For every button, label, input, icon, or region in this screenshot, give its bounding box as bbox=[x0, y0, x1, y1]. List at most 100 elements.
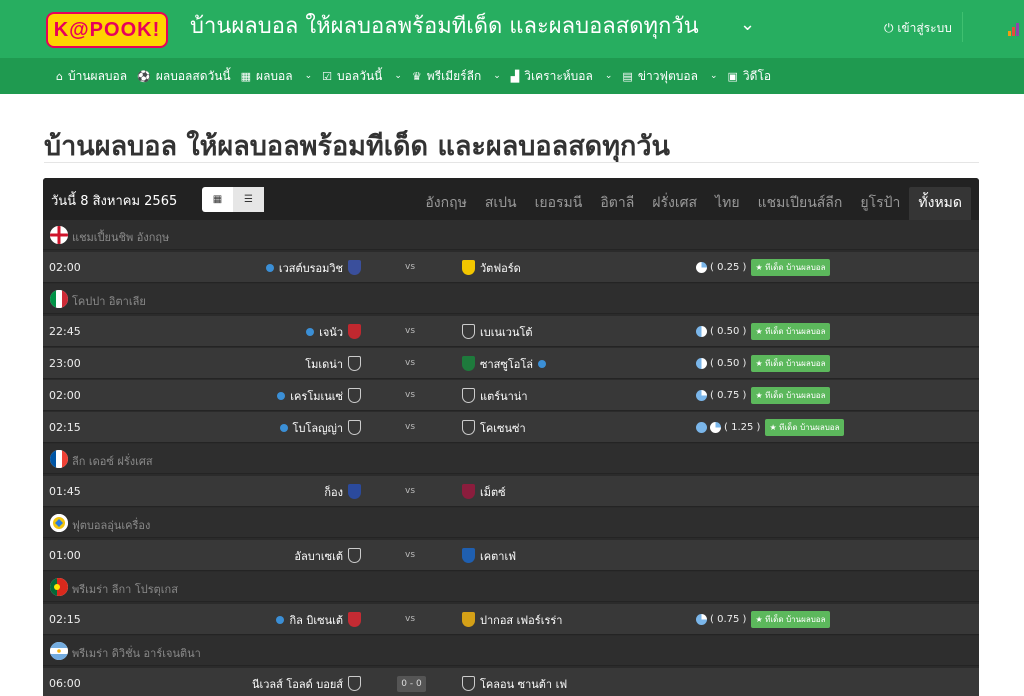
match-row[interactable]: 06:00 นีเวลส์ โอลด์ บอยส์ 0 - 0 โคลอน ซานต้… bbox=[43, 668, 979, 696]
away-team[interactable]: โคลอน ซานต้า เฟ bbox=[462, 668, 567, 696]
chevron-down-icon[interactable]: ⌄ bbox=[305, 71, 313, 81]
match-row[interactable]: 01:45 ก็อง vs เม็ตซ์ bbox=[43, 476, 979, 507]
live-dot-icon bbox=[277, 391, 286, 400]
home-team-name[interactable]: เครโมเนเซ่ bbox=[290, 387, 343, 405]
away-team[interactable]: วัตฟอร์ด bbox=[462, 252, 521, 283]
home-team-name[interactable]: นีเวลส์ โอลด์ บอยส์ bbox=[252, 675, 343, 693]
league-name[interactable]: ฟุตบอลอุ่นเครื่อง bbox=[72, 516, 150, 534]
nav-item[interactable]: ▟ วิเคราะห์บอล ⌄ bbox=[511, 67, 613, 86]
home-team[interactable]: โบโลญญ่า bbox=[279, 412, 361, 443]
handicap-ball-icon bbox=[696, 358, 707, 369]
grid-view-icon[interactable]: ▦ bbox=[202, 187, 233, 212]
tip-badge[interactable]: ★ ทีเด็ด บ้านผลบอล bbox=[751, 259, 830, 276]
league-name[interactable]: พรีเมร่า ดิวิชั่น อาร์เจนตินา bbox=[72, 644, 201, 662]
vs-label: vs bbox=[405, 326, 416, 336]
away-team[interactable]: ซาสซูโอโล่ bbox=[462, 348, 546, 379]
away-team[interactable]: โคเซนซ่า bbox=[462, 412, 526, 443]
match-time: 01:00 bbox=[49, 549, 81, 562]
team-crest-icon bbox=[462, 612, 475, 627]
home-team[interactable]: ก็อง bbox=[324, 476, 361, 507]
away-team-name[interactable]: เคตาเฟ่ bbox=[480, 547, 516, 565]
chevron-down-icon[interactable]: ⌄ bbox=[740, 14, 755, 35]
nav-item[interactable]: ♛ พรีเมียร์ลีก ⌄ bbox=[412, 67, 501, 86]
away-team[interactable]: เม็ตซ์ bbox=[462, 476, 506, 507]
tip-badge[interactable]: ★ ทีเด็ด บ้านผลบอล bbox=[751, 387, 830, 404]
home-team[interactable]: กิล บิเซนเต้ bbox=[276, 604, 361, 635]
match-score[interactable]: 0 - 0 bbox=[397, 676, 426, 692]
nav-item[interactable]: ▤ ข่าวฟุตบอล ⌄ bbox=[622, 67, 717, 86]
chevron-down-icon[interactable]: ⌄ bbox=[493, 71, 501, 81]
tip-badge[interactable]: ★ ทีเด็ด บ้านผลบอล bbox=[751, 355, 830, 372]
away-team-name[interactable]: ซาสซูโอโล่ bbox=[480, 355, 533, 373]
tab-7[interactable]: ยูโรป้า bbox=[851, 187, 909, 220]
nav-item[interactable]: ⚽ ผลบอลสดวันนี้ bbox=[137, 67, 231, 86]
tab-2[interactable]: เยอรมนี bbox=[526, 187, 592, 220]
away-team-name[interactable]: ปากอส เฟอร์เรร่า bbox=[480, 611, 562, 629]
home-team[interactable]: นีเวลส์ โอลด์ บอยส์ bbox=[252, 668, 361, 696]
match-row[interactable]: 22:45 เจนัว vs เบเนเวนโต้ ( 0.50 ) ★ ทีเด็ด บ… bbox=[43, 316, 979, 347]
home-team-name[interactable]: ก็อง bbox=[324, 483, 343, 501]
chevron-down-icon[interactable]: ⌄ bbox=[710, 71, 718, 81]
league-name[interactable]: โคปปา อิตาเลีย bbox=[72, 292, 146, 310]
away-team[interactable]: เคตาเฟ่ bbox=[462, 540, 516, 571]
home-team[interactable]: เครโมเนเซ่ bbox=[277, 380, 361, 411]
home-team-name[interactable]: เจนัว bbox=[319, 323, 343, 341]
tab-8[interactable]: ทั้งหมด bbox=[909, 187, 971, 220]
home-team-name[interactable]: โมเดน่า bbox=[305, 355, 343, 373]
tip-badge[interactable]: ★ ทีเด็ด บ้านผลบอล bbox=[765, 419, 844, 436]
league-name[interactable]: พรีเมร่า ลีกา โปรตุเกส bbox=[72, 580, 178, 598]
tab-6[interactable]: แชมเปียนส์ลีก bbox=[749, 187, 852, 220]
team-crest-icon bbox=[462, 260, 475, 275]
nav-item[interactable]: ▣ วิดีโอ bbox=[728, 67, 772, 86]
handicap-odds: ( 1.25 ) ★ ทีเด็ด บ้านผลบอล bbox=[696, 412, 844, 443]
home-team-name[interactable]: เวสต์บรอมวิช bbox=[279, 259, 343, 277]
handicap-ball-icon bbox=[696, 326, 707, 337]
argentina-flag-icon bbox=[50, 642, 68, 660]
tab-1[interactable]: สเปน bbox=[476, 187, 526, 220]
away-team[interactable]: เบเนเวนโต้ bbox=[462, 316, 533, 347]
match-row[interactable]: 01:00 อัลบาเซเต้ vs เคตาเฟ่ bbox=[43, 540, 979, 571]
match-row[interactable]: 02:15 โบโลญญ่า vs โคเซนซ่า ( 1.25 ) ★ ทีเด็ด … bbox=[43, 412, 979, 443]
nav-item[interactable]: ☑ บอลวันนี้ ⌄ bbox=[322, 67, 402, 86]
list-view-icon[interactable]: ☰ bbox=[233, 187, 264, 212]
away-team[interactable]: แตร์นาน่า bbox=[462, 380, 528, 411]
league-name[interactable]: ลีก เดอซ์ ฝรั่งเศส bbox=[72, 452, 153, 470]
away-team-name[interactable]: โคเซนซ่า bbox=[480, 419, 526, 437]
home-team[interactable]: อัลบาเซเต้ bbox=[294, 540, 361, 571]
tab-3[interactable]: อิตาลี bbox=[591, 187, 643, 220]
home-team[interactable]: เจนัว bbox=[306, 316, 361, 347]
site-logo[interactable]: K@POOK! bbox=[46, 12, 168, 48]
league-name[interactable]: แชมเปี้ยนชิพ อังกฤษ bbox=[72, 228, 169, 246]
league-row: ลีก เดอซ์ ฝรั่งเศส bbox=[43, 444, 979, 474]
away-team[interactable]: ปากอส เฟอร์เรร่า bbox=[462, 604, 562, 635]
vs-label: vs bbox=[405, 358, 416, 368]
tip-badge[interactable]: ★ ทีเด็ด บ้านผลบอล bbox=[751, 323, 830, 340]
nav-item[interactable]: ⌂ บ้านผลบอล bbox=[56, 67, 127, 86]
chevron-down-icon[interactable]: ⌄ bbox=[605, 71, 613, 81]
power-icon: ⏻ bbox=[884, 21, 898, 35]
away-team-name[interactable]: เบเนเวนโต้ bbox=[480, 323, 533, 341]
match-row[interactable]: 02:00 เวสต์บรอมวิช vs วัตฟอร์ด ( 0.25 ) ★ ทีเ… bbox=[43, 252, 979, 283]
tab-5[interactable]: ไทย bbox=[706, 187, 748, 220]
nav-item[interactable]: ▦ ผลบอล ⌄ bbox=[241, 67, 313, 86]
home-team-name[interactable]: โบโลญญ่า bbox=[293, 419, 343, 437]
away-team-name[interactable]: วัตฟอร์ด bbox=[480, 259, 521, 277]
tab-0[interactable]: อังกฤษ bbox=[416, 187, 475, 220]
away-team-name[interactable]: โคลอน ซานต้า เฟ bbox=[480, 675, 567, 693]
handicap-odds: ( 0.75 ) ★ ทีเด็ด บ้านผลบอล bbox=[696, 380, 830, 411]
chevron-down-icon[interactable]: ⌄ bbox=[394, 71, 402, 81]
login-link[interactable]: ⏻ เข้าสู่ระบบ bbox=[884, 19, 952, 38]
away-team-name[interactable]: แตร์นาน่า bbox=[480, 387, 528, 405]
home-team[interactable]: เวสต์บรอมวิช bbox=[265, 252, 361, 283]
panel-header: วันนี้ 8 สิงหาคม 2565 ▦ ☰ อังกฤษ สเปน เยอร… bbox=[43, 178, 979, 220]
match-time: 23:00 bbox=[49, 357, 81, 370]
away-team-name[interactable]: เม็ตซ์ bbox=[480, 483, 506, 501]
tab-4[interactable]: ฝรั่งเศส bbox=[643, 187, 706, 220]
match-row[interactable]: 02:00 เครโมเนเซ่ vs แตร์นาน่า ( 0.75 ) ★ ทีเด… bbox=[43, 380, 979, 411]
match-row[interactable]: 23:00 โมเดน่า vs ซาสซูโอโล่ ( 0.50 ) ★ ทีเด็ด… bbox=[43, 348, 979, 379]
home-team-name[interactable]: กิล บิเซนเต้ bbox=[289, 611, 343, 629]
home-team-name[interactable]: อัลบาเซเต้ bbox=[294, 547, 343, 565]
match-row[interactable]: 02:15 กิล บิเซนเต้ vs ปากอส เฟอร์เรร่า ( 0.7… bbox=[43, 604, 979, 635]
tip-badge[interactable]: ★ ทีเด็ด บ้านผลบอล bbox=[751, 611, 830, 628]
home-team[interactable]: โมเดน่า bbox=[305, 348, 361, 379]
